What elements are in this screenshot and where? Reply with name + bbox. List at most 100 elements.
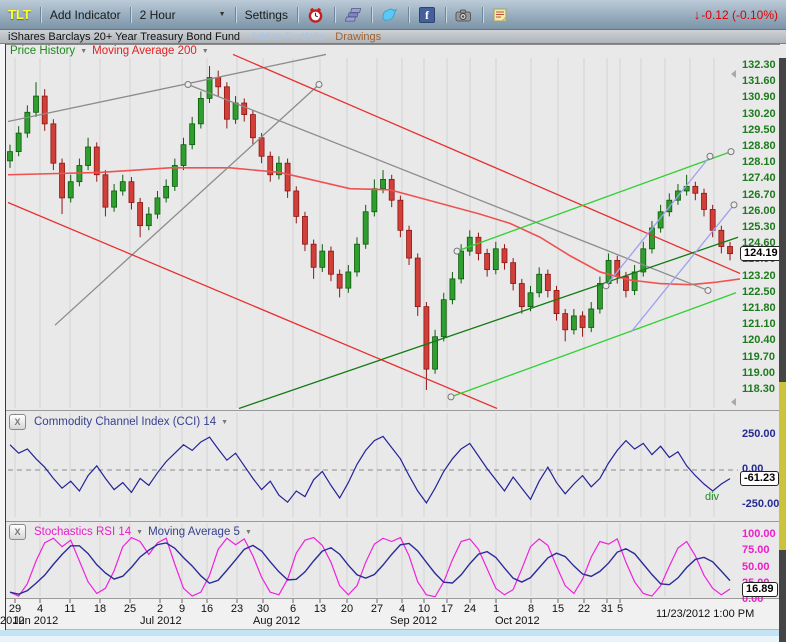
trendline-gray-rising-trendline[interactable] <box>8 54 326 121</box>
trendline-red-upper-channel[interactable] <box>233 54 742 274</box>
candlestick <box>250 115 255 138</box>
trendline-handle[interactable] <box>707 153 713 159</box>
trendline-handle[interactable] <box>316 82 322 88</box>
candlestick <box>103 175 108 207</box>
trendline-handle[interactable] <box>728 149 734 155</box>
trendline-blue-channel-upper[interactable] <box>606 156 710 286</box>
candlestick <box>86 147 91 166</box>
month-label: Jun 2012 <box>13 615 58 627</box>
date-tick-label: 4 <box>399 603 405 615</box>
candlestick <box>233 103 238 119</box>
candlestick <box>129 182 134 203</box>
month-label: Oct 2012 <box>495 615 540 627</box>
candlestick <box>8 152 13 161</box>
month-label: Sep 2012 <box>390 615 437 627</box>
candlestick <box>450 279 455 300</box>
price-axis-label: 130.20 <box>742 108 776 120</box>
candlestick <box>511 263 516 284</box>
candlestick <box>424 307 429 369</box>
axis-scroll-arrow-icon[interactable] <box>731 70 736 78</box>
candlestick <box>146 214 151 226</box>
left-gutter <box>0 44 6 630</box>
cci-plot <box>8 436 738 503</box>
close-cci-panel-button[interactable]: X <box>9 414 26 430</box>
date-tick-label: 30 <box>257 603 269 615</box>
stoch-axis-label: 50.00 <box>742 561 770 573</box>
price-axis-label: 129.50 <box>742 124 776 136</box>
candlestick <box>181 145 186 166</box>
trendline-handle[interactable] <box>731 202 737 208</box>
price-axis-label: 128.80 <box>742 140 776 152</box>
candlestick <box>198 98 203 123</box>
candlestick <box>589 309 594 328</box>
price-axis-label: 119.00 <box>742 367 775 379</box>
date-tick-label: 13 <box>314 603 326 615</box>
panel-divider <box>0 598 780 599</box>
candlestick <box>172 166 177 187</box>
stoch-fast-line <box>10 538 730 597</box>
date-tick-label: 27 <box>371 603 383 615</box>
candlestick <box>346 272 351 288</box>
candlestick <box>207 78 212 99</box>
cci-axis-label: 250.00 <box>742 428 776 440</box>
candlestick <box>337 274 342 288</box>
cursor-timestamp: 11/23/2012 1:00 PM <box>656 608 754 620</box>
close-stoch-panel-button[interactable]: X <box>9 524 26 540</box>
trendline-handle[interactable] <box>454 248 460 254</box>
trendline-handle[interactable] <box>705 287 711 293</box>
divergence-annotation: div <box>705 491 719 503</box>
candlestick <box>94 147 99 175</box>
date-tick-label: 8 <box>528 603 534 615</box>
trendline-gray-steep-trendline[interactable] <box>55 85 319 326</box>
date-tick-label: 18 <box>94 603 106 615</box>
date-tick-label: 1 <box>493 603 499 615</box>
trendline-gray-falling-trendline[interactable] <box>188 85 708 291</box>
candlestick <box>554 290 559 313</box>
chevron-down-icon: ▼ <box>202 48 209 55</box>
candlestick <box>242 103 247 115</box>
price-axis-label: 121.10 <box>742 318 776 330</box>
axis-scroll-arrow-icon[interactable] <box>731 398 736 406</box>
stoch-rsi-dropdown[interactable]: Stochastics RSI 14 <box>34 526 131 538</box>
candlestick <box>563 314 568 330</box>
trendline-handle[interactable] <box>603 283 609 289</box>
candlestick <box>60 163 65 198</box>
chevron-down-icon: ▼ <box>245 529 252 536</box>
candlestick <box>398 200 403 230</box>
last-price-callout: 124.19 <box>740 246 782 261</box>
stoch-value-callout: 16.89 <box>742 582 778 597</box>
candlestick <box>693 186 698 193</box>
cci-value-callout: -61.23 <box>740 471 779 486</box>
trendline-handle[interactable] <box>185 82 191 88</box>
candlestick <box>528 293 533 307</box>
date-tick-label: 2 <box>157 603 163 615</box>
candlestick <box>25 112 30 133</box>
date-tick-label: 24 <box>464 603 476 615</box>
candlestick <box>328 251 333 274</box>
candlestick <box>467 237 472 251</box>
candlestick <box>112 191 117 207</box>
stoch-plot <box>10 538 730 597</box>
candlestick <box>51 124 56 163</box>
price-axis-label: 130.90 <box>742 91 776 103</box>
moving-average-5-dropdown[interactable]: Moving Average 5 <box>148 526 240 538</box>
price-history-dropdown[interactable]: Price History <box>10 45 75 57</box>
candlestick <box>190 124 195 145</box>
price-axis-label: 121.80 <box>742 302 776 314</box>
right-scrollbar[interactable] <box>779 58 786 642</box>
date-tick-label: 29 <box>9 603 21 615</box>
scrollbar-thumb[interactable] <box>779 382 786 550</box>
trendline-handle[interactable] <box>448 394 454 400</box>
chart-canvas <box>0 0 786 642</box>
date-tick-label: 17 <box>441 603 453 615</box>
candlestick <box>164 186 169 198</box>
trendline-green-lower-channel[interactable] <box>451 293 736 397</box>
candlestick <box>224 87 229 119</box>
candlestick <box>710 209 715 230</box>
cci-dropdown[interactable]: Commodity Channel Index (CCI) 14 <box>34 416 216 428</box>
moving-average-200-dropdown[interactable]: Moving Average 200 <box>92 45 197 57</box>
month-label: Jul 2012 <box>140 615 182 627</box>
date-tick-label: 5 <box>617 603 623 615</box>
candlestick <box>459 251 464 279</box>
price-axis-label: 126.70 <box>742 189 776 201</box>
